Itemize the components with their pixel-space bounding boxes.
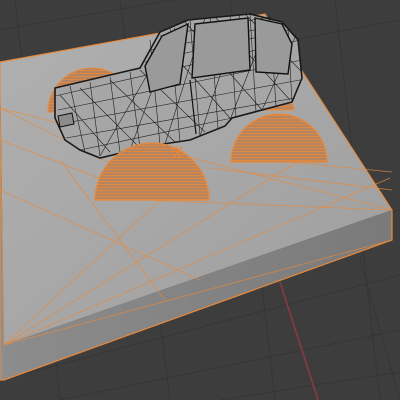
car-headlight	[57, 112, 75, 128]
car-side-window	[191, 17, 251, 79]
x-axis-line	[279, 281, 319, 400]
viewport-canvas[interactable]	[0, 0, 400, 400]
3d-viewport[interactable]	[0, 0, 400, 400]
